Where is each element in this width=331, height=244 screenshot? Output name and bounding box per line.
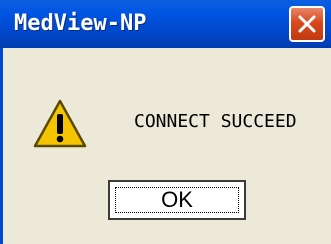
title-bar[interactable]: MedView-NP — [0, 0, 331, 48]
close-icon — [298, 15, 316, 33]
window-frame-left — [0, 48, 3, 244]
close-button[interactable] — [289, 6, 325, 42]
dialog-message: CONNECT SUCCEED — [134, 111, 297, 132]
window-title: MedView-NP — [14, 11, 147, 36]
ok-button[interactable]: OK — [108, 180, 246, 220]
warning-icon — [33, 99, 87, 148]
ok-button-label: OK — [161, 187, 193, 212]
dialog-window: MedView-NP CONNECT SUCCEED OK — [0, 0, 331, 244]
